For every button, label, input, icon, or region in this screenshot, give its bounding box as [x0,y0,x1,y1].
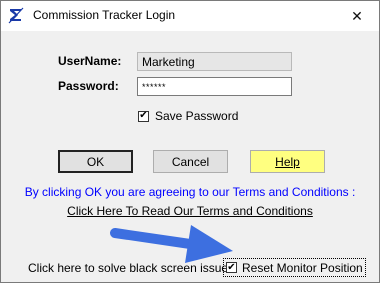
help-button[interactable]: Help [250,150,325,173]
terms-link[interactable]: Click Here To Read Our Terms and Conditi… [1,204,379,218]
app-icon [8,7,24,24]
password-field[interactable]: ****** [137,77,292,96]
help-button-label: Help [275,154,300,169]
window-title: Commission Tracker Login [33,8,176,22]
terms-notice: By clicking OK you are agreeing to our T… [24,185,356,199]
reset-monitor-checkbox[interactable]: ✔ [226,262,237,273]
save-password-label: Save Password [155,109,239,123]
username-field[interactable]: Marketing [137,52,292,71]
close-icon: ✕ [351,7,363,24]
reset-monitor-position[interactable]: ✔ Reset Monitor Position [223,258,366,277]
username-label: UserName: [58,54,122,68]
cancel-button[interactable]: Cancel [153,150,228,173]
black-screen-hint: Click here to solve black screen issues: [28,261,238,275]
title-bar: Commission Tracker Login ✕ [1,1,379,31]
save-password-row[interactable]: ✔ Save Password [138,109,238,123]
login-window: Commission Tracker Login ✕ UserName: Mar… [0,0,380,283]
ok-button[interactable]: OK [58,150,133,173]
close-button[interactable]: ✕ [335,1,379,31]
reset-monitor-label: Reset Monitor Position [242,260,363,275]
save-password-checkbox[interactable]: ✔ [138,110,149,122]
password-label: Password: [58,79,119,93]
